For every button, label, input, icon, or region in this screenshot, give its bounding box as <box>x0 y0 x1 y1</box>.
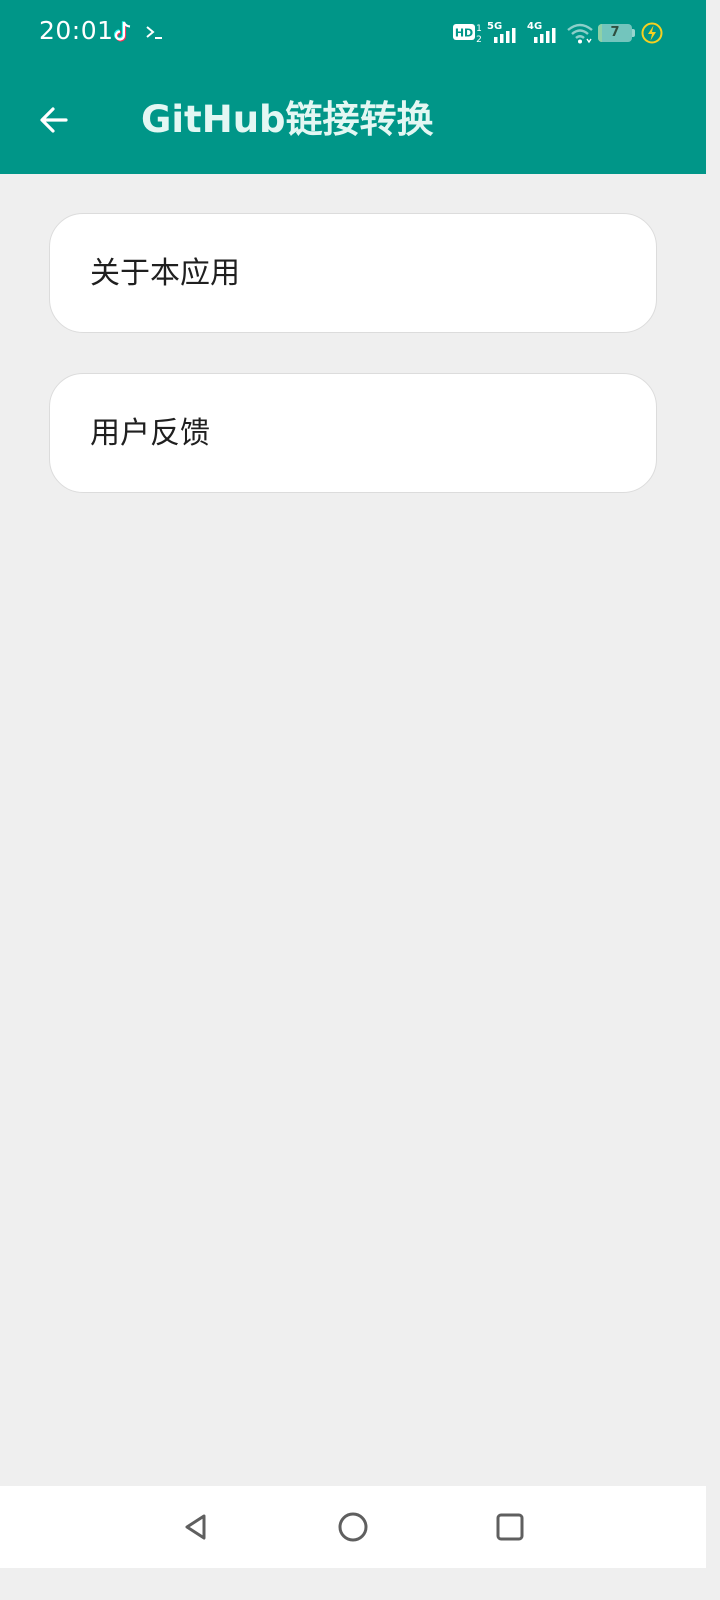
hd-icon: HD 1 2 <box>453 24 482 45</box>
battery-icon: 7 <box>598 24 636 42</box>
about-app-card[interactable]: 关于本应用 <box>49 213 657 333</box>
user-feedback-label: 用户反馈 <box>90 416 210 451</box>
nav-back-button[interactable] <box>168 1499 224 1555</box>
svg-text:2: 2 <box>476 35 482 45</box>
svg-text:1: 1 <box>476 24 482 34</box>
status-time: 20:01 <box>39 16 114 45</box>
user-feedback-card[interactable]: 用户反馈 <box>49 373 657 493</box>
header: 20:01 HD 1 2 5G 4G 7 GitHub链接转换 <box>0 0 706 174</box>
system-nav-bar <box>0 1486 706 1568</box>
nav-back-icon <box>185 1514 206 1540</box>
nav-home-button[interactable] <box>325 1499 381 1555</box>
status-icons: HD 1 2 5G 4G 7 <box>426 0 706 66</box>
signal-4g-icon: 4G <box>527 21 556 43</box>
wifi-icon <box>567 23 593 44</box>
svg-text:HD: HD <box>455 27 473 40</box>
nav-recents-icon <box>496 1513 524 1541</box>
page-title: GitHub链接转换 <box>141 98 434 141</box>
nav-recents-button[interactable] <box>482 1499 538 1555</box>
charging-icon <box>641 22 663 44</box>
svg-text:5G: 5G <box>487 21 502 32</box>
nav-home-icon <box>338 1512 368 1542</box>
back-button[interactable] <box>26 92 82 148</box>
phone-screen: 20:01 HD 1 2 5G 4G 7 GitHub链接转换 关于本应用 用户… <box>0 0 706 1568</box>
battery-level: 7 <box>610 25 620 40</box>
svg-text:4G: 4G <box>527 21 542 32</box>
about-app-label: 关于本应用 <box>90 256 240 291</box>
arrow-left-icon <box>40 107 68 133</box>
signal-5g-icon: 5G <box>487 21 516 43</box>
status-bar: 20:01 HD 1 2 5G 4G 7 <box>0 0 706 66</box>
tiktok-icon <box>113 21 131 42</box>
app-bar: GitHub链接转换 <box>0 66 706 174</box>
terminal-icon <box>146 26 162 39</box>
